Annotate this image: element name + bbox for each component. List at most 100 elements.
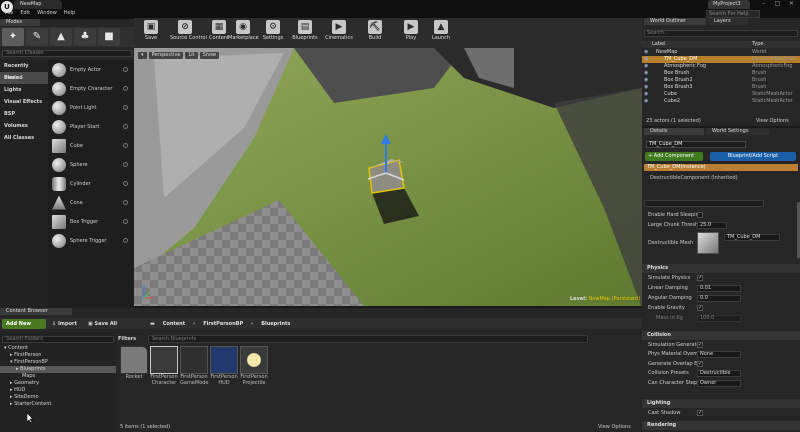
details-search-input[interactable] [644, 200, 764, 207]
category-physics[interactable]: Physics [642, 264, 800, 273]
menu-edit[interactable]: Edit [20, 10, 30, 18]
mesh-thumbnail[interactable] [697, 232, 719, 254]
visibility-eye-icon[interactable]: ◉ [644, 98, 648, 105]
asset-tile[interactable]: FirstPerson HUD [210, 346, 238, 390]
step-up-dropdown[interactable]: Owner [697, 380, 741, 387]
linear-damping-field[interactable]: 0.01 [697, 285, 741, 292]
place-mode-icon[interactable]: ✦ [2, 28, 24, 46]
source-control-button[interactable]: ⊘ Source Control [170, 19, 207, 47]
maximize-button[interactable]: □ [771, 0, 784, 8]
asset-tile[interactable]: Rocket [120, 346, 148, 390]
place-item[interactable]: Box Trigger [48, 212, 134, 231]
modes-tab[interactable]: Modes [0, 19, 40, 26]
visibility-eye-icon[interactable]: ◉ [644, 84, 648, 91]
close-button[interactable]: ✕ [785, 0, 798, 8]
phys-material-dropdown[interactable]: None [697, 351, 741, 358]
filters-button[interactable]: Filters [118, 335, 136, 343]
view-options-button[interactable]: View Options [598, 424, 631, 430]
save-all-button[interactable]: ▣ Save All [88, 319, 117, 329]
outliner-view-options[interactable]: View Options [756, 117, 789, 125]
category-all-classes[interactable]: All Classes [0, 132, 48, 144]
info-icon[interactable] [123, 67, 128, 72]
sim-generates-checkbox[interactable]: ✓ [697, 342, 703, 348]
show-button[interactable]: Show [199, 52, 220, 59]
blueprint-add-script-button[interactable]: Blueprint/Add Script [710, 152, 796, 161]
level-viewport[interactable]: ▾ Perspective Lit Show Level: NewMap (Pe… [134, 48, 642, 306]
mass-field[interactable]: 100.0 [697, 315, 741, 322]
info-icon[interactable] [123, 219, 128, 224]
mesh-dropdown[interactable]: TM_Cube_DM [724, 234, 780, 241]
component-root[interactable]: TM_Cube_DM(Instance) [644, 164, 798, 171]
info-icon[interactable] [123, 86, 128, 91]
folder-tree-item[interactable]: ▸ SiteDemo [0, 394, 116, 401]
category-recently-placed[interactable]: Recently Placed [0, 60, 48, 81]
search-classes-input[interactable]: Search Classes [2, 50, 132, 57]
category-rendering[interactable]: Rendering [642, 421, 800, 430]
outliner-row[interactable]: ◉ Box Brush Brush [642, 70, 800, 77]
breadcrumb-content[interactable]: Content [163, 319, 185, 329]
perspective-button[interactable]: Perspective [148, 52, 184, 59]
folder-tree-item[interactable]: ▸ HUD [0, 387, 116, 394]
col-type[interactable]: Type [752, 41, 763, 48]
actor-name-field[interactable]: TM_Cube_DM [646, 141, 746, 148]
folder-tree-item[interactable]: ▸ Blueprints [0, 366, 116, 373]
cast-shadow-checkbox[interactable]: ✓ [697, 410, 703, 416]
gravity-checkbox[interactable]: ✓ [697, 305, 703, 311]
folder-tree-item[interactable]: ▸ StarterContent [0, 401, 116, 408]
category-visual-effects[interactable]: Visual Effects [0, 96, 48, 108]
info-icon[interactable] [123, 238, 128, 243]
info-icon[interactable] [123, 105, 128, 110]
visibility-eye-icon[interactable]: ◉ [644, 91, 648, 98]
place-item[interactable]: Cone [48, 193, 134, 212]
viewport-menu-icon[interactable]: ▾ [138, 52, 147, 59]
outliner-row[interactable]: ◉ Atmospheric Fog AtmosphericFog [642, 63, 800, 70]
play-button[interactable]: ▶ Play [396, 19, 426, 47]
world-settings-tab[interactable]: World Settings [706, 128, 770, 135]
overlap-checkbox[interactable]: ✓ [697, 361, 703, 367]
outliner-row[interactable]: ◉ Box Brush2 Brush [642, 77, 800, 84]
place-item[interactable]: Empty Character [48, 79, 134, 98]
build-button[interactable]: ⛏ Build [360, 19, 390, 47]
category-bsp[interactable]: BSP [0, 108, 48, 120]
simulate-checkbox[interactable]: ✓ [697, 275, 703, 281]
level-tab[interactable]: NewMap [14, 0, 62, 9]
menu-window[interactable]: Window [37, 10, 57, 18]
blueprints-button[interactable]: ▤ Blueprints [290, 19, 320, 47]
folder-tree-item[interactable]: ▸ Geometry [0, 380, 116, 387]
content-browser-tab[interactable]: Content Browser [0, 308, 72, 315]
large-chunk-field[interactable]: 25.0 [697, 222, 727, 229]
breadcrumb-blueprints[interactable]: Blueprints [261, 319, 290, 329]
folder-tree-item[interactable]: ▾ Content [0, 345, 116, 352]
place-item[interactable]: Empty Actor [48, 60, 134, 79]
category-lighting[interactable]: Lighting [642, 399, 800, 408]
place-item[interactable]: Cube [48, 136, 134, 155]
visibility-eye-icon[interactable]: ◉ [644, 70, 648, 77]
marketplace-button[interactable]: ◉ Marketplace [228, 19, 259, 47]
breadcrumb-firstpersonbp[interactable]: FirstPersonBP [203, 319, 243, 329]
foliage-mode-icon[interactable]: ♣ [74, 28, 96, 46]
details-tab[interactable]: Details [644, 128, 704, 135]
paint-mode-icon[interactable]: ✎ [26, 28, 48, 46]
search-help-input[interactable]: Search For Help [706, 10, 760, 18]
visibility-eye-icon[interactable]: ◉ [644, 63, 648, 70]
visibility-eye-icon[interactable]: ◉ [644, 49, 648, 56]
search-folders-input[interactable]: Search Folders [2, 336, 114, 343]
outliner-row[interactable]: ◉ TM_Cube_DM DestructibleActor [642, 56, 800, 63]
outliner-row[interactable]: ◉ Box Brush3 Brush [642, 84, 800, 91]
visibility-eye-icon[interactable]: ◉ [644, 56, 648, 63]
hard-sleeping-checkbox[interactable] [697, 212, 703, 218]
place-item[interactable]: Player Start [48, 117, 134, 136]
presets-dropdown[interactable]: Destructible [697, 370, 741, 377]
category-volumes[interactable]: Volumes [0, 120, 48, 132]
save-button[interactable]: ▣ Save [136, 19, 166, 47]
asset-tile[interactable]: FirstPerson GameMode [180, 346, 209, 390]
outliner-row[interactable]: ◉ Cube2 StaticMeshActor [642, 98, 800, 105]
component-destructible[interactable]: DestructibleComponent (Inherited) [650, 175, 738, 182]
outliner-row[interactable]: ◉ NewMap World [642, 49, 800, 56]
cinematics-button[interactable]: ▶ Cinematics [324, 19, 354, 47]
asset-tile[interactable]: FirstPerson Character [150, 346, 178, 390]
category-basic[interactable]: Basic [0, 72, 48, 84]
layers-tab[interactable]: Layers [708, 18, 748, 25]
place-item[interactable]: Point Light [48, 98, 134, 117]
landscape-mode-icon[interactable]: ▲ [50, 28, 72, 46]
